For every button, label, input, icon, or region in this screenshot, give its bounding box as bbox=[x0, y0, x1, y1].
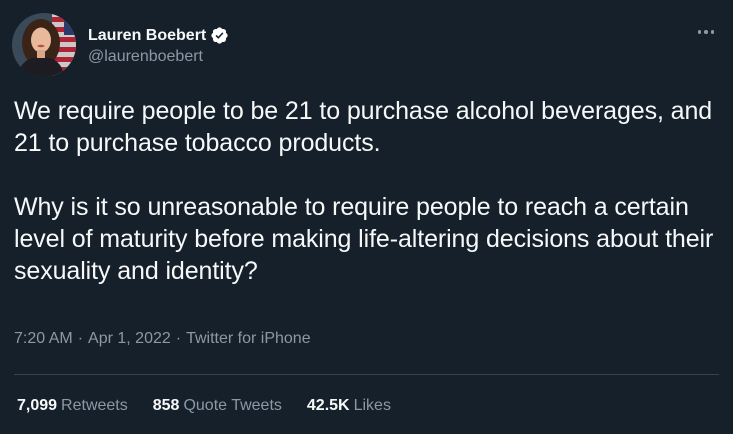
dot bbox=[710, 30, 715, 34]
author-handle[interactable]: @laurenboebert bbox=[88, 48, 229, 66]
likes-label: Likes bbox=[353, 397, 391, 414]
retweets-label: Retweets bbox=[61, 397, 128, 414]
name-row: Lauren Boebert bbox=[88, 25, 229, 47]
quote-tweets-stat[interactable]: 858 Quote Tweets bbox=[153, 397, 282, 415]
author-names: Lauren Boebert @laurenboebert bbox=[88, 25, 229, 66]
divider bbox=[14, 374, 719, 375]
tweet-time[interactable]: 7:20 AM bbox=[14, 330, 73, 348]
meta-separator: · bbox=[175, 330, 182, 347]
verified-badge-icon bbox=[210, 26, 229, 45]
avatar-image bbox=[12, 13, 76, 77]
retweets-count: 7,099 bbox=[17, 397, 58, 414]
retweets-stat[interactable]: 7,099 Retweets bbox=[17, 397, 128, 415]
tweet-card: Lauren Boebert @laurenboebert We require… bbox=[0, 0, 733, 434]
likes-stat[interactable]: 42.5K Likes bbox=[307, 397, 391, 415]
tweet-stats: 7,099 Retweets 858 Quote Tweets 42.5K Likes bbox=[17, 397, 416, 415]
tweet-source[interactable]: Twitter for iPhone bbox=[186, 330, 311, 348]
tweet-meta: 7:20 AM · Apr 1, 2022 · Twitter for iPho… bbox=[14, 330, 311, 348]
likes-count: 42.5K bbox=[306, 397, 350, 414]
more-options-icon[interactable] bbox=[693, 22, 719, 42]
author-display-name[interactable]: Lauren Boebert bbox=[88, 27, 206, 45]
tweet-header: Lauren Boebert @laurenboebert bbox=[12, 13, 229, 77]
quote-tweets-label: Quote Tweets bbox=[183, 397, 282, 414]
tweet-paragraph-2: Why is it so unreasonable to require peo… bbox=[14, 193, 714, 285]
tweet-text: We require people to be 21 to purchase a… bbox=[14, 95, 720, 287]
dot bbox=[704, 30, 708, 34]
quote-tweets-count: 858 bbox=[152, 397, 180, 414]
tweet-paragraph-1: We require people to be 21 to purchase a… bbox=[14, 97, 713, 157]
tweet-date[interactable]: Apr 1, 2022 bbox=[88, 330, 171, 348]
meta-separator: · bbox=[77, 330, 84, 347]
avatar[interactable] bbox=[12, 13, 76, 77]
dot bbox=[697, 30, 702, 34]
